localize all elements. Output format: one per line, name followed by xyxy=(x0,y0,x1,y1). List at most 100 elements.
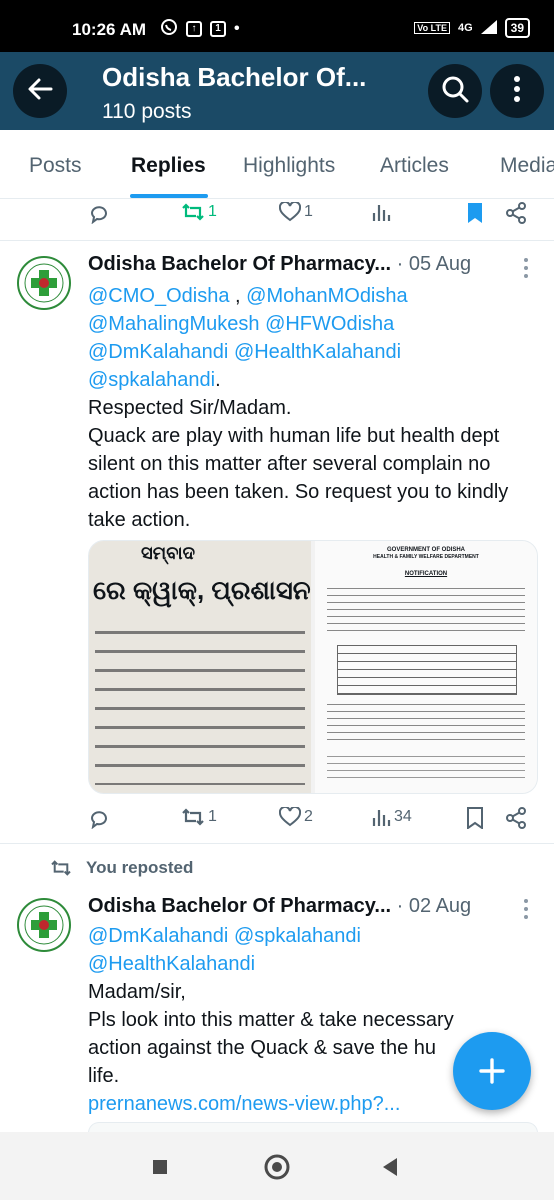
post-menu-button[interactable] xyxy=(516,897,536,921)
post-divider xyxy=(0,843,554,844)
mention[interactable]: @HealthKalahandi xyxy=(234,341,401,363)
home-circle-icon xyxy=(264,1154,290,1180)
views-button[interactable]: 34 xyxy=(371,807,412,827)
status-bar: 10:26 AM ↑ 1 • Vo LTE 4G 39 xyxy=(0,0,554,52)
avatar[interactable] xyxy=(17,256,71,310)
author-name[interactable]: Odisha Bachelor Of Pharmacy... xyxy=(88,253,391,275)
newspaper-headline: ରେ କ୍ୱାକ୍, ପ୍ରଶାସନର ଲଗା xyxy=(93,575,311,605)
retweet-count: 1 xyxy=(208,808,217,825)
post-line: Madam/sir, xyxy=(88,981,186,1003)
more-vertical-icon xyxy=(513,75,521,107)
retweet-icon xyxy=(182,203,204,221)
period-text: . xyxy=(215,369,221,391)
post-date[interactable]: 05 Aug xyxy=(409,253,471,275)
mention[interactable]: @HFWOdisha xyxy=(265,313,394,335)
reply-icon xyxy=(90,811,107,829)
triangle-back-icon xyxy=(383,1158,397,1176)
notification-document[interactable]: GOVERNMENT OF ODISHA HEALTH & FAMILY WEL… xyxy=(315,541,537,793)
newspaper-clipping[interactable]: ସମ୍ବାଦ ରେ କ୍ୱାକ୍, ପ୍ରଶାସନର ଲଗା xyxy=(89,541,311,793)
upload-icon: ↑ xyxy=(186,20,202,37)
mention[interactable]: @spkalahandi xyxy=(234,925,361,947)
recent-apps-button[interactable] xyxy=(152,1159,168,1180)
avatar[interactable] xyxy=(17,898,71,952)
like-count: 2 xyxy=(304,808,313,825)
back-nav-button[interactable] xyxy=(382,1157,398,1182)
notification-one-icon: 1 xyxy=(210,20,226,37)
newspaper-text-lines xyxy=(95,625,305,785)
search-icon xyxy=(440,74,470,109)
notification-text-lines xyxy=(327,701,525,741)
signal-icon xyxy=(480,19,497,37)
back-button[interactable] xyxy=(13,64,67,118)
like-button[interactable]: 1 xyxy=(279,202,313,222)
bookmark-button[interactable] xyxy=(466,202,484,224)
mention[interactable]: @MohanMOdisha xyxy=(246,285,407,307)
retweet-button[interactable]: 1 xyxy=(181,807,217,827)
status-right: Vo LTE 4G 39 xyxy=(414,18,530,38)
repost-indicator: You reposted xyxy=(50,858,193,878)
retweet-count: 1 xyxy=(208,203,217,220)
bookmark-icon xyxy=(468,203,482,223)
retweet-button[interactable]: 1 xyxy=(181,202,217,222)
like-icon xyxy=(279,202,301,222)
notification-title: NOTIFICATION xyxy=(404,571,448,577)
notification-text-lines xyxy=(327,585,525,635)
post-line: Quack are play with human life but healt… xyxy=(88,425,509,531)
share-button[interactable] xyxy=(505,202,527,224)
tab-posts[interactable]: Posts xyxy=(29,154,82,178)
compose-button[interactable] xyxy=(453,1032,531,1110)
profile-title: Odisha Bachelor Of... xyxy=(102,62,367,92)
author-name[interactable]: Odisha Bachelor Of Pharmacy... xyxy=(88,895,391,917)
repost-label: You reposted xyxy=(86,858,194,877)
mention[interactable]: @HealthKalahandi xyxy=(88,953,255,975)
like-button[interactable]: 2 xyxy=(279,807,313,827)
post-date[interactable]: 02 Aug xyxy=(409,895,471,917)
tab-articles[interactable]: Articles xyxy=(380,154,449,178)
active-tab-indicator xyxy=(130,194,208,198)
views-count: 34 xyxy=(394,808,412,825)
share-icon xyxy=(506,202,526,224)
home-button[interactable] xyxy=(264,1154,290,1185)
post-line: Pls look into this matter & take necessa… xyxy=(88,1009,454,1059)
post-header: Odisha Bachelor Of Pharmacy... · 05 Aug xyxy=(88,253,471,276)
notification-table xyxy=(337,645,517,695)
tab-highlights[interactable]: Highlights xyxy=(243,154,335,178)
mention[interactable]: @spkalahandi xyxy=(88,369,215,391)
post-media[interactable]: ସମ୍ବାଦ ରେ କ୍ୱାକ୍, ପ୍ରଶାସନର ଲଗା GOVERNMEN… xyxy=(88,540,538,794)
tab-media[interactable]: Media xyxy=(500,154,554,178)
bookmark-icon xyxy=(467,807,483,829)
more-vertical-icon xyxy=(524,899,528,919)
views-icon xyxy=(372,205,391,221)
square-icon xyxy=(153,1160,167,1174)
views-button[interactable] xyxy=(371,202,391,222)
mention[interactable]: @MahalingMukesh xyxy=(88,313,260,335)
retweet-icon xyxy=(182,808,204,826)
reply-button[interactable] xyxy=(88,807,110,829)
reply-button[interactable] xyxy=(88,202,110,224)
status-time: 10:26 AM xyxy=(72,20,147,39)
post-divider xyxy=(0,240,554,241)
post-header: Odisha Bachelor Of Pharmacy... · 02 Aug xyxy=(88,895,471,918)
posts-count: 110 posts xyxy=(102,100,192,123)
more-vertical-icon xyxy=(524,258,528,278)
profile-tabs: Posts Replies Highlights Articles Media xyxy=(0,130,554,199)
post-menu-button[interactable] xyxy=(516,256,536,280)
profile-header: Odisha Bachelor Of... 110 posts xyxy=(0,52,554,130)
like-icon xyxy=(279,807,301,827)
bookmark-button[interactable] xyxy=(466,807,484,829)
previous-post-actions: 1 1 xyxy=(0,202,554,228)
mention[interactable]: @DmKalahandi xyxy=(88,925,228,947)
separator-text: , xyxy=(229,285,247,307)
mention[interactable]: @DmKalahandi xyxy=(88,341,228,363)
separator: · xyxy=(396,253,404,275)
like-count: 1 xyxy=(304,203,313,220)
tab-replies[interactable]: Replies xyxy=(131,154,206,178)
share-icon xyxy=(506,807,526,829)
search-button[interactable] xyxy=(428,64,482,118)
share-button[interactable] xyxy=(505,807,527,829)
battery-indicator: 39 xyxy=(504,18,530,38)
mention[interactable]: @CMO_Odisha xyxy=(88,285,229,307)
newspaper-masthead: ସମ୍ବାଦ xyxy=(141,543,195,563)
more-options-button[interactable] xyxy=(490,64,544,118)
reply-icon xyxy=(90,206,107,224)
